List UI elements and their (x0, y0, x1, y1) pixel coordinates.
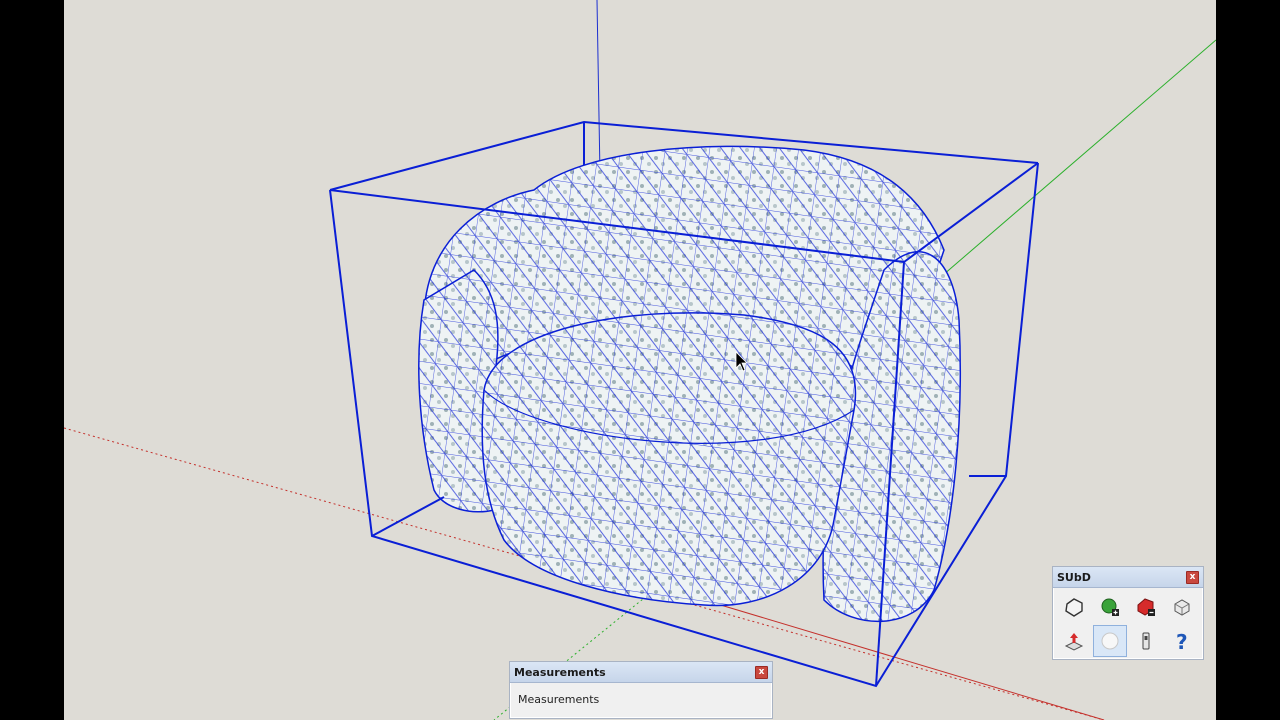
smooth-button[interactable] (1093, 625, 1127, 657)
subd-convert-button[interactable] (1165, 591, 1199, 623)
subd-convert-icon (1174, 599, 1190, 616)
remove-crease-button[interactable] (1129, 591, 1163, 623)
subd-toggle-icon (1065, 598, 1083, 617)
subd-toolbar[interactable]: SUbD x ? (1052, 566, 1204, 660)
add-crease-icon (1101, 598, 1119, 616)
measurements-title: Measurements (514, 665, 606, 679)
blue-axis (596, 0, 601, 176)
measurements-titlebar[interactable]: Measurements x (510, 662, 772, 683)
extrude-icon (1064, 633, 1084, 651)
subd-toolbar-titlebar[interactable]: SUbD x (1053, 567, 1203, 588)
measurements-label: Measurements (518, 693, 600, 706)
smooth-icon (1101, 632, 1119, 650)
green-axis (913, 39, 1216, 301)
help-icon: ? (1176, 630, 1188, 652)
add-crease-button[interactable] (1093, 591, 1127, 623)
3d-scene[interactable] (64, 0, 1216, 720)
settings-button[interactable] (1129, 625, 1163, 657)
measurements-close-button[interactable]: x (755, 665, 768, 679)
measurements-field[interactable]: Measurements (510, 683, 772, 716)
help-button[interactable]: ? (1165, 625, 1199, 657)
chair-model[interactable] (418, 145, 962, 623)
model-viewport[interactable] (64, 0, 1216, 720)
measurements-panel[interactable]: Measurements x Measurements (509, 661, 773, 719)
svg-text:?: ? (1176, 630, 1188, 652)
remove-crease-icon (1137, 598, 1155, 616)
subd-toggle-button[interactable] (1057, 591, 1091, 623)
subd-toolbar-close-button[interactable]: x (1186, 570, 1199, 584)
subd-toolbar-title: SUbD (1057, 570, 1091, 584)
settings-icon (1142, 632, 1150, 650)
extrude-button[interactable] (1057, 625, 1091, 657)
